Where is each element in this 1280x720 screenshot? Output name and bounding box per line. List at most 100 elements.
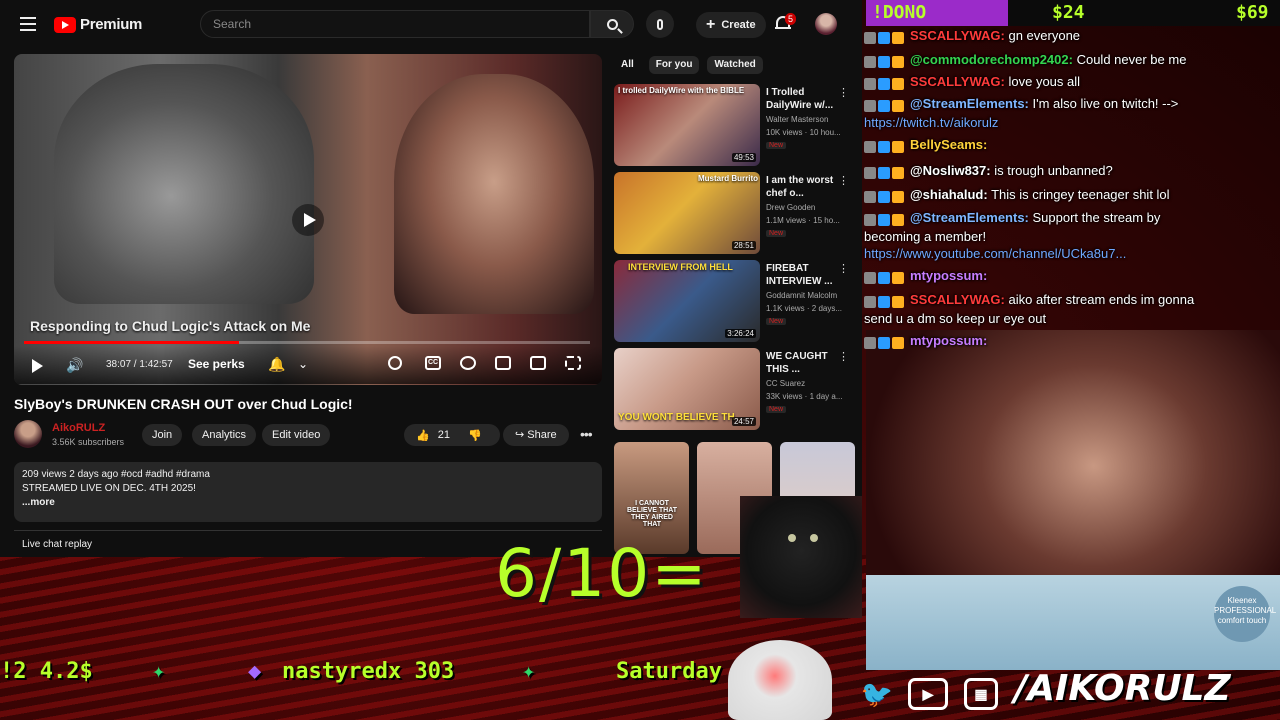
kleenex-text: Kleenex PROFESSIONAL comfort touch: [1214, 596, 1277, 625]
rec-title[interactable]: FIREBAT INTERVIEW ...: [766, 262, 838, 288]
see-perks-button[interactable]: See perks: [188, 357, 245, 371]
rec-title[interactable]: I Trolled DailyWire w/...: [766, 86, 838, 112]
chat-message: mtypossum:: [864, 331, 1280, 351]
mic-icon: [657, 18, 663, 30]
thumbs-down-icon[interactable]: 👎: [468, 429, 482, 442]
kleenex-logo: Kleenex PROFESSIONAL comfort touch: [1214, 586, 1276, 642]
pause-autoplay-icon[interactable]: [388, 356, 402, 370]
create-button[interactable]: + Create: [696, 12, 766, 38]
search-icon: [606, 18, 618, 30]
recommendation-item[interactable]: INTERVIEW FROM HELL 3:26:24 FIREBAT INTE…: [614, 260, 854, 342]
chat-text: is trough unbanned?: [994, 163, 1113, 178]
edit-video-button[interactable]: Edit video: [262, 424, 331, 446]
rec-meta: 33K views · 1 day a...: [766, 392, 843, 401]
rec-channel[interactable]: Walter Masterson: [766, 115, 828, 124]
twitch-icon: ▦: [964, 678, 998, 710]
duration-badge: 24:57: [731, 417, 756, 426]
thumbnail[interactable]: INTERVIEW FROM HELL 3:26:24: [614, 260, 760, 342]
recommendation-item[interactable]: Mustard Burrito 28:51 I am the worst che…: [614, 172, 854, 254]
chat-text: This is cringey teenager shit lol: [991, 187, 1170, 202]
chat-link[interactable]: https://www.youtube.com/channel/UCka8u7.…: [864, 246, 1126, 261]
chevron-down-icon[interactable]: ⌄: [298, 357, 308, 371]
chat-badges-icon: [864, 162, 906, 181]
recommendation-item[interactable]: I trolled DailyWire with the BIBLE 49:53…: [614, 84, 854, 166]
search-input[interactable]: Search: [200, 10, 590, 38]
more-actions-icon[interactable]: •••: [580, 426, 593, 442]
new-badge: New: [766, 318, 787, 325]
theater-mode-icon[interactable]: [495, 356, 511, 370]
rec-title[interactable]: WE CAUGHT THIS ...: [766, 350, 838, 376]
duration-badge: 49:53: [731, 153, 756, 162]
video-player[interactable]: Responding to Chud Logic's Attack on Me …: [14, 54, 602, 385]
rating-text: 6/10=: [495, 535, 709, 612]
center-play-icon[interactable]: [292, 204, 324, 236]
youtube-logo[interactable]: Premium: [54, 16, 142, 33]
share-button[interactable]: ↪ Share: [503, 424, 569, 446]
rec-channel[interactable]: Goddamnit Malcolm: [766, 291, 837, 300]
chat-username: @Nosliw837:: [910, 163, 991, 178]
dono-amount: $24: [1052, 2, 1085, 23]
account-avatar[interactable]: [815, 13, 837, 35]
rec-channel[interactable]: CC Suarez: [766, 379, 805, 388]
channel-avatar[interactable]: [14, 420, 42, 448]
video-overlay-title: Responding to Chud Logic's Attack on Me: [30, 318, 311, 334]
duration-badge: 28:51: [731, 241, 756, 250]
video-frame-right-person: [394, 74, 594, 314]
chat-badges-icon: [864, 73, 906, 92]
thumbnail-text: Mustard Burrito: [698, 174, 758, 183]
create-label: Create: [721, 19, 756, 31]
subscribe-bell-icon[interactable]: 🔔: [268, 356, 285, 373]
menu-icon[interactable]: [20, 17, 36, 31]
like-count[interactable]: 21: [438, 429, 450, 441]
chat-message: @Nosliw837: is trough unbanned?: [864, 161, 1280, 181]
fullscreen-icon[interactable]: [565, 356, 581, 370]
captions-icon[interactable]: CC: [425, 356, 441, 370]
thumbnail[interactable]: Mustard Burrito 28:51: [614, 172, 760, 254]
chat-badges-icon: [864, 27, 906, 46]
analytics-button[interactable]: Analytics: [192, 424, 257, 446]
rec-more-icon[interactable]: ⋮: [838, 350, 849, 363]
chat-badges-icon: [864, 267, 906, 286]
chat-text: Could never be me: [1076, 52, 1187, 67]
chat-text: send u a dm so keep ur eye out: [864, 311, 1047, 326]
chat-text: gn everyone: [1008, 28, 1081, 43]
rec-title[interactable]: I am the worst chef o...: [766, 174, 838, 200]
voice-search-button[interactable]: [646, 10, 674, 38]
join-button[interactable]: Join: [142, 424, 183, 446]
chat-message: @StreamElements: Support the stream by: [864, 208, 1280, 228]
settings-gear-icon[interactable]: [460, 356, 476, 370]
chat-username: SSCALLYWAG:: [910, 292, 1005, 307]
description-line: STREAMED LIVE ON DEC. 4TH 2025!: [22, 483, 196, 494]
rec-more-icon[interactable]: ⋮: [838, 86, 849, 99]
player-controls: 🔊 38:07 / 1:42:57 See perks 🔔 ⌄ CC: [14, 346, 602, 384]
show-more-link[interactable]: ...more: [22, 496, 594, 510]
twitter-icon: 🐦: [860, 679, 894, 709]
channel-name[interactable]: AikoRULZ: [52, 422, 105, 434]
play-icon[interactable]: [32, 359, 43, 373]
search-button[interactable]: [590, 10, 634, 38]
chat-text: love yous all: [1008, 74, 1081, 89]
chip-all[interactable]: All: [614, 56, 641, 74]
progress-bar[interactable]: [24, 341, 590, 344]
description-box[interactable]: 209 views 2 days ago #ocd #adhd #drama S…: [14, 462, 602, 522]
chip-watched[interactable]: Watched: [707, 56, 763, 74]
thumbnail[interactable]: I trolled DailyWire with the BIBLE 49:53: [614, 84, 760, 166]
thumbnail[interactable]: YOU WONT BELIEVE TH 24:57: [614, 348, 760, 430]
chip-for-you[interactable]: For you: [648, 56, 700, 74]
recommendation-item[interactable]: YOU WONT BELIEVE TH 24:57 WE CAUGHT THIS…: [614, 348, 854, 430]
cast-icon[interactable]: [530, 356, 546, 370]
chat-username: @StreamElements:: [910, 210, 1029, 225]
chat-badges-icon: [864, 51, 906, 70]
cat-eye: [788, 534, 796, 542]
thumbs-up-icon[interactable]: 👍: [416, 429, 430, 442]
rec-more-icon[interactable]: ⋮: [838, 174, 849, 187]
chat-link[interactable]: https://twitch.tv/aikorulz: [864, 115, 998, 130]
rec-channel[interactable]: Drew Gooden: [766, 203, 815, 212]
youtube-window: Premium Search + Create 5 Responding to …: [0, 0, 862, 557]
rec-more-icon[interactable]: ⋮: [838, 262, 849, 275]
chat-text: Support the stream by: [1032, 210, 1161, 225]
volume-icon[interactable]: 🔊: [66, 357, 83, 374]
chat-message: SSCALLYWAG: aiko after stream ends im go…: [864, 290, 1280, 310]
chat-username: mtypossum:: [910, 333, 988, 348]
chat-text: I'm also live on twitch! -->: [1032, 96, 1179, 111]
